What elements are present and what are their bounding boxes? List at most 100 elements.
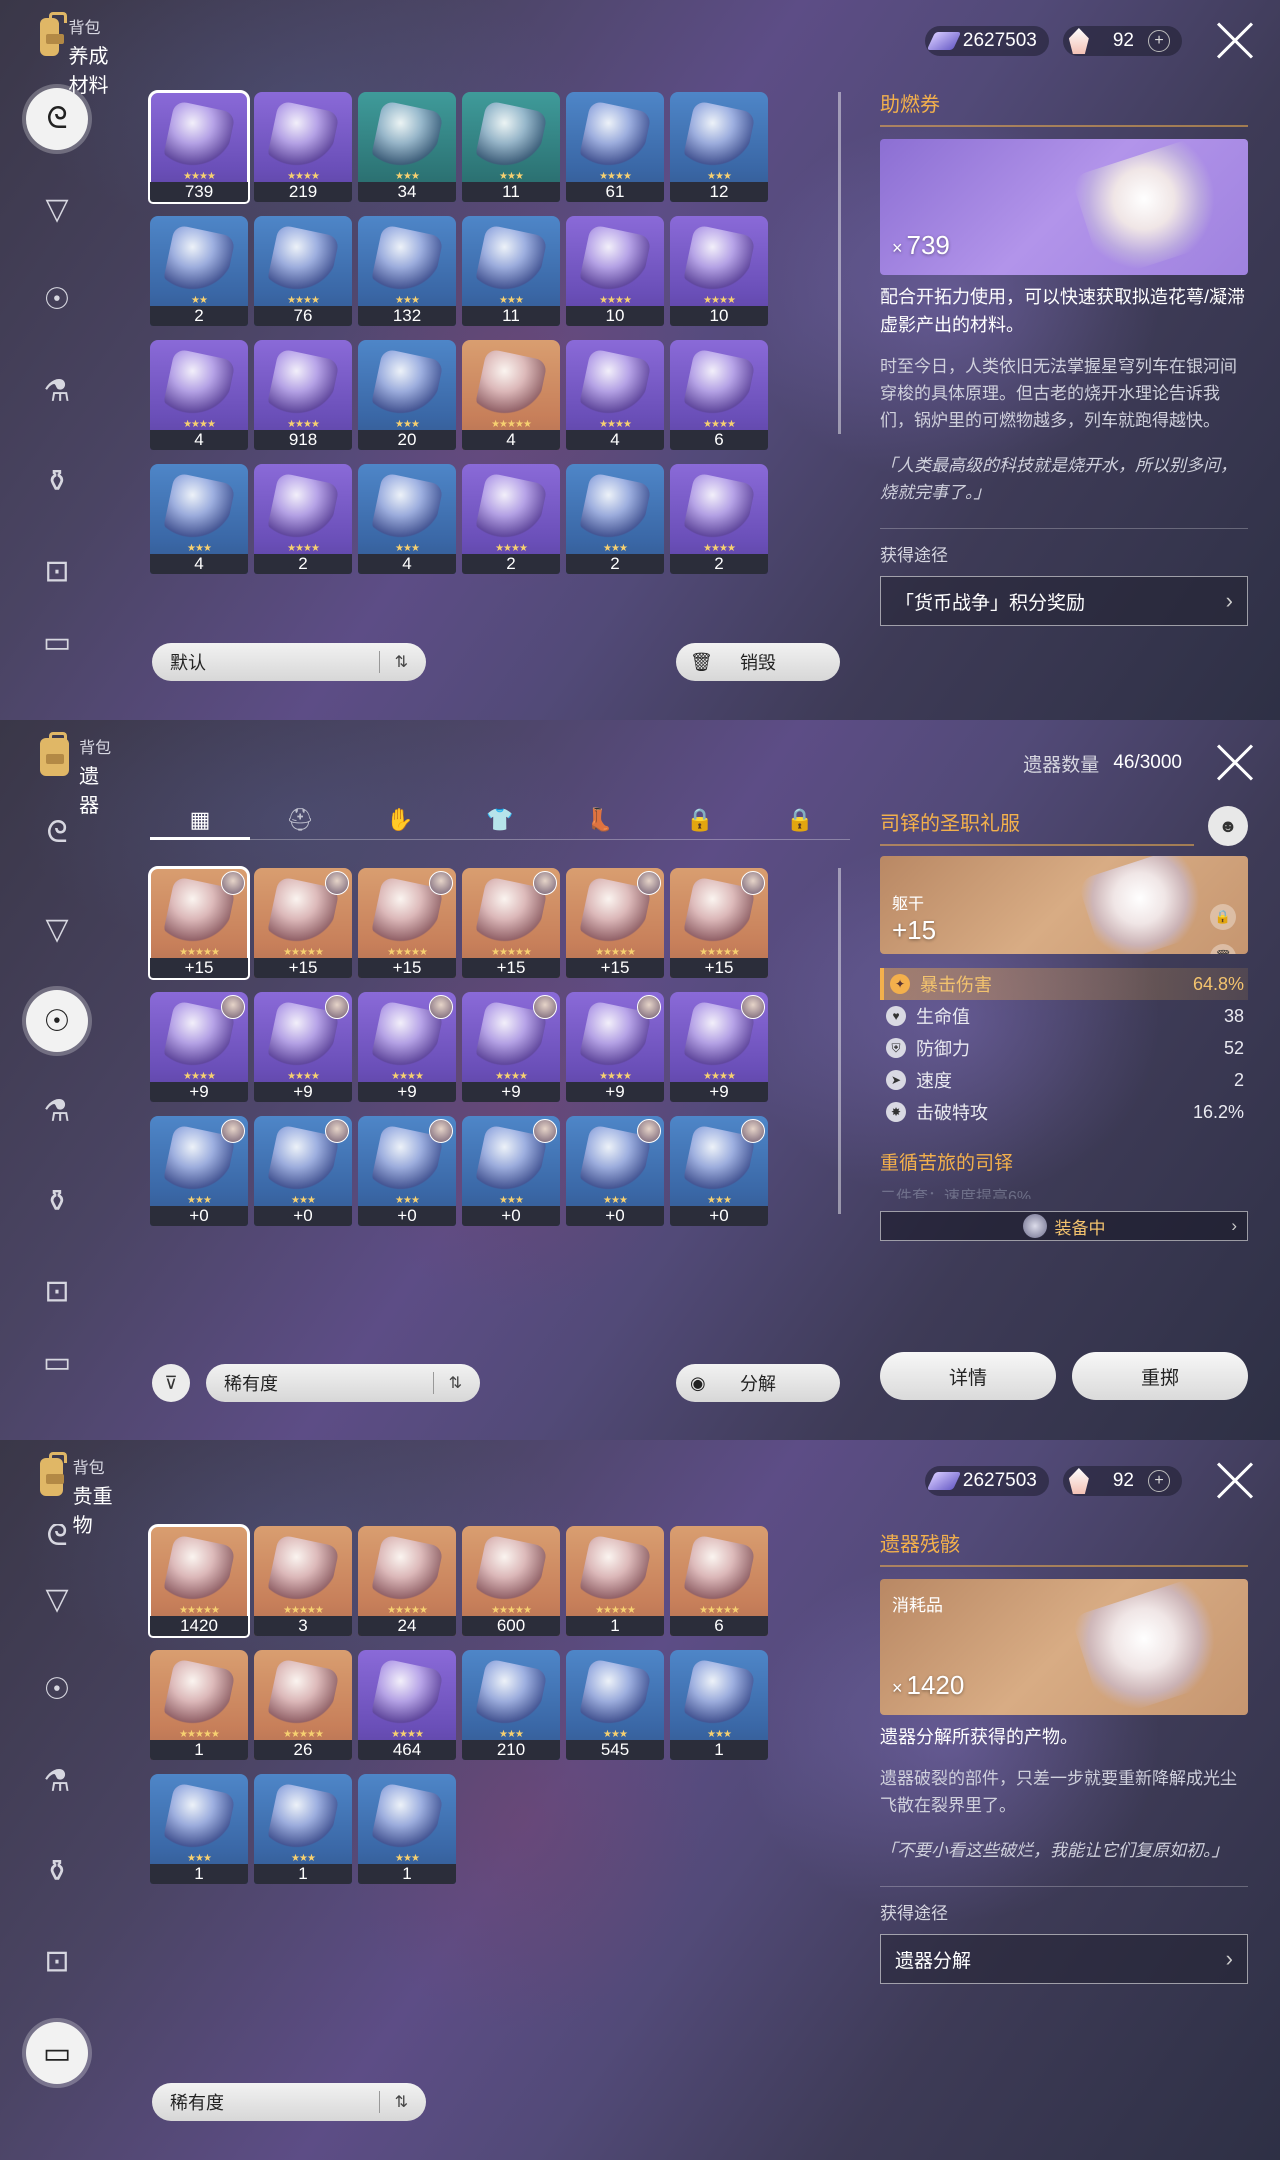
lock-icon[interactable]: 🔒 [1210, 904, 1236, 930]
inventory-slot[interactable]: ★★★ 11 [462, 92, 560, 202]
inventory-slot[interactable]: ★★★ 2 [566, 464, 664, 574]
inventory-slot[interactable]: ★★★★★ 3 [254, 1526, 352, 1636]
inventory-slot[interactable]: ★★★★ 10 [670, 216, 768, 326]
inventory-slot[interactable]: ★★★★★ +15 [254, 868, 352, 978]
inventory-slot[interactable]: ★★★ 1 [254, 1774, 352, 1884]
inventory-slot[interactable]: ★★★ 1 [670, 1650, 768, 1760]
inventory-slot[interactable]: ★★★★ +9 [358, 992, 456, 1102]
inventory-slot[interactable]: ★★★★ 219 [254, 92, 352, 202]
equipped-by-button[interactable]: 装备中 [880, 1211, 1248, 1241]
inventory-slot[interactable]: ★★★ +0 [358, 1116, 456, 1226]
inventory-slot[interactable]: ★★★★ +9 [254, 992, 352, 1102]
nav-lightcone-icon[interactable]: ▽ [34, 906, 80, 952]
nav-consumable-icon[interactable]: ⚱ [34, 458, 80, 504]
inventory-slot[interactable]: ★★★★★ 6 [670, 1526, 768, 1636]
nav-lightcone-icon[interactable]: ▽ [34, 186, 80, 232]
rarity-sort-dropdown[interactable]: 稀有度 ⇅ [152, 2083, 426, 2121]
inventory-slot[interactable]: ★★★★★ 1 [566, 1526, 664, 1636]
scrollbar[interactable] [838, 92, 841, 434]
tab-rope-lock-icon[interactable]: 🔒 [750, 800, 850, 839]
inventory-slot[interactable]: ★★★★★ 1420 [148, 1524, 250, 1638]
inventory-slot[interactable]: ★★★ +0 [462, 1116, 560, 1226]
add-currency-button[interactable]: + [1148, 1470, 1170, 1492]
nav-materials-icon[interactable]: ᘓ [34, 1524, 80, 1548]
inventory-slot[interactable]: ★★★★ 6 [670, 340, 768, 450]
source-link[interactable]: 「货币战争」积分奖励 [880, 576, 1248, 626]
inventory-slot[interactable]: ★★★ 545 [566, 1650, 664, 1760]
inventory-slot[interactable]: ★★★★★ +15 [358, 868, 456, 978]
inventory-slot[interactable]: ★★★★★ +15 [462, 868, 560, 978]
sort-order-icon[interactable]: ⇅ [449, 1373, 462, 1393]
nav-mission-icon[interactable]: ⊡ [34, 548, 80, 594]
tab-all-icon[interactable]: ▦ [150, 800, 250, 840]
inventory-slot[interactable]: ★★★★ +9 [670, 992, 768, 1102]
nav-materials-icon[interactable]: ᘓ [34, 810, 80, 856]
tab-head-icon[interactable]: ⛑ [250, 800, 350, 839]
nav-valuables-icon[interactable]: ▭ [34, 632, 80, 652]
nav-materials-icon[interactable]: ᘓ [26, 88, 88, 150]
sort-order-icon[interactable]: ⇅ [395, 2092, 408, 2112]
rarity-sort-dropdown[interactable]: 稀有度 ⇅ [206, 1364, 480, 1402]
inventory-slot[interactable]: ★★★ +0 [254, 1116, 352, 1226]
inventory-slot[interactable]: ★★★★ 10 [566, 216, 664, 326]
inventory-slot[interactable]: ★★★ +0 [566, 1116, 664, 1226]
inventory-slot[interactable]: ★★★ 11 [462, 216, 560, 326]
nav-mission-icon[interactable]: ⊡ [34, 1938, 80, 1984]
details-button[interactable]: 详情 [880, 1352, 1056, 1400]
nav-consumable-icon[interactable]: ⚱ [34, 1848, 80, 1894]
close-icon[interactable] [1214, 1460, 1256, 1502]
inventory-slot[interactable]: ★★★★★ 600 [462, 1526, 560, 1636]
nav-valuables-icon[interactable]: ▭ [34, 1352, 80, 1372]
nav-relic-icon[interactable]: ☉ [34, 1666, 80, 1712]
source-link[interactable]: 遗器分解 [880, 1934, 1248, 1984]
inventory-slot[interactable]: ★★★ +0 [670, 1116, 768, 1226]
nav-mission-icon[interactable]: ⊡ [34, 1268, 80, 1314]
nav-upgrade-icon[interactable]: ⚗ [34, 368, 80, 414]
inventory-slot[interactable]: ★★★ +0 [150, 1116, 248, 1226]
destroy-button[interactable]: 🗑 销毁 [676, 643, 840, 681]
discard-icon[interactable]: 🗑 [1210, 944, 1236, 954]
inventory-slot[interactable]: ★★★ 1 [358, 1774, 456, 1884]
nav-valuables-icon[interactable]: ▭ [26, 2022, 88, 2084]
nav-upgrade-icon[interactable]: ⚗ [34, 1088, 80, 1134]
close-icon[interactable] [1214, 742, 1256, 784]
add-currency-button[interactable]: + [1148, 30, 1170, 52]
inventory-slot[interactable]: ★★★★ +9 [150, 992, 248, 1102]
sort-order-icon[interactable]: ⇅ [395, 652, 408, 672]
tab-sphere-lock-icon[interactable]: 🔒 [650, 800, 750, 839]
inventory-slot[interactable]: ★★★ 132 [358, 216, 456, 326]
nav-relic-icon[interactable]: ☉ [26, 990, 88, 1052]
salvage-button[interactable]: ◉ 分解 [676, 1364, 840, 1402]
inventory-slot[interactable]: ★★★★ 76 [254, 216, 352, 326]
tab-hands-icon[interactable]: ✋ [350, 800, 450, 839]
nav-relic-icon[interactable]: ☉ [34, 276, 80, 322]
scrollbar[interactable] [838, 868, 841, 1214]
inventory-slot[interactable]: ★★★★ 61 [566, 92, 664, 202]
inventory-slot[interactable]: ★★★★ 2 [462, 464, 560, 574]
nav-upgrade-icon[interactable]: ⚗ [34, 1758, 80, 1804]
inventory-slot[interactable]: ★★★ 4 [358, 464, 456, 574]
filter-icon[interactable]: ⊽ [152, 1364, 190, 1402]
inventory-slot[interactable]: ★★★★★ 1 [150, 1650, 248, 1760]
inventory-slot[interactable]: ★★★★ 4 [566, 340, 664, 450]
character-avatar-icon[interactable]: ☻ [1208, 806, 1248, 846]
inventory-slot[interactable]: ★★★ 34 [358, 92, 456, 202]
inventory-slot[interactable]: ★★★★ +9 [462, 992, 560, 1102]
inventory-slot[interactable]: ★★★★ 739 [148, 90, 250, 204]
inventory-slot[interactable]: ★★★★★ +15 [670, 868, 768, 978]
inventory-slot[interactable]: ★★★★★ 24 [358, 1526, 456, 1636]
inventory-slot[interactable]: ★★★ 4 [150, 464, 248, 574]
tab-feet-icon[interactable]: 👢 [550, 800, 650, 839]
tab-body-icon[interactable]: 👕 [450, 800, 550, 839]
inventory-slot[interactable]: ★★★ 20 [358, 340, 456, 450]
inventory-slot[interactable]: ★★★ 210 [462, 1650, 560, 1760]
inventory-slot[interactable]: ★★★★★ 4 [462, 340, 560, 450]
inventory-slot[interactable]: ★★★★ 918 [254, 340, 352, 450]
inventory-slot[interactable]: ★★★ 1 [150, 1774, 248, 1884]
inventory-slot[interactable]: ★★★★★ +15 [566, 868, 664, 978]
inventory-slot[interactable]: ★★★★★ 26 [254, 1650, 352, 1760]
nav-lightcone-icon[interactable]: ▽ [34, 1576, 80, 1622]
inventory-slot[interactable]: ★★★★ 2 [670, 464, 768, 574]
inventory-slot[interactable]: ★★★★★ +15 [148, 866, 250, 980]
inventory-slot[interactable]: ★★ 2 [150, 216, 248, 326]
